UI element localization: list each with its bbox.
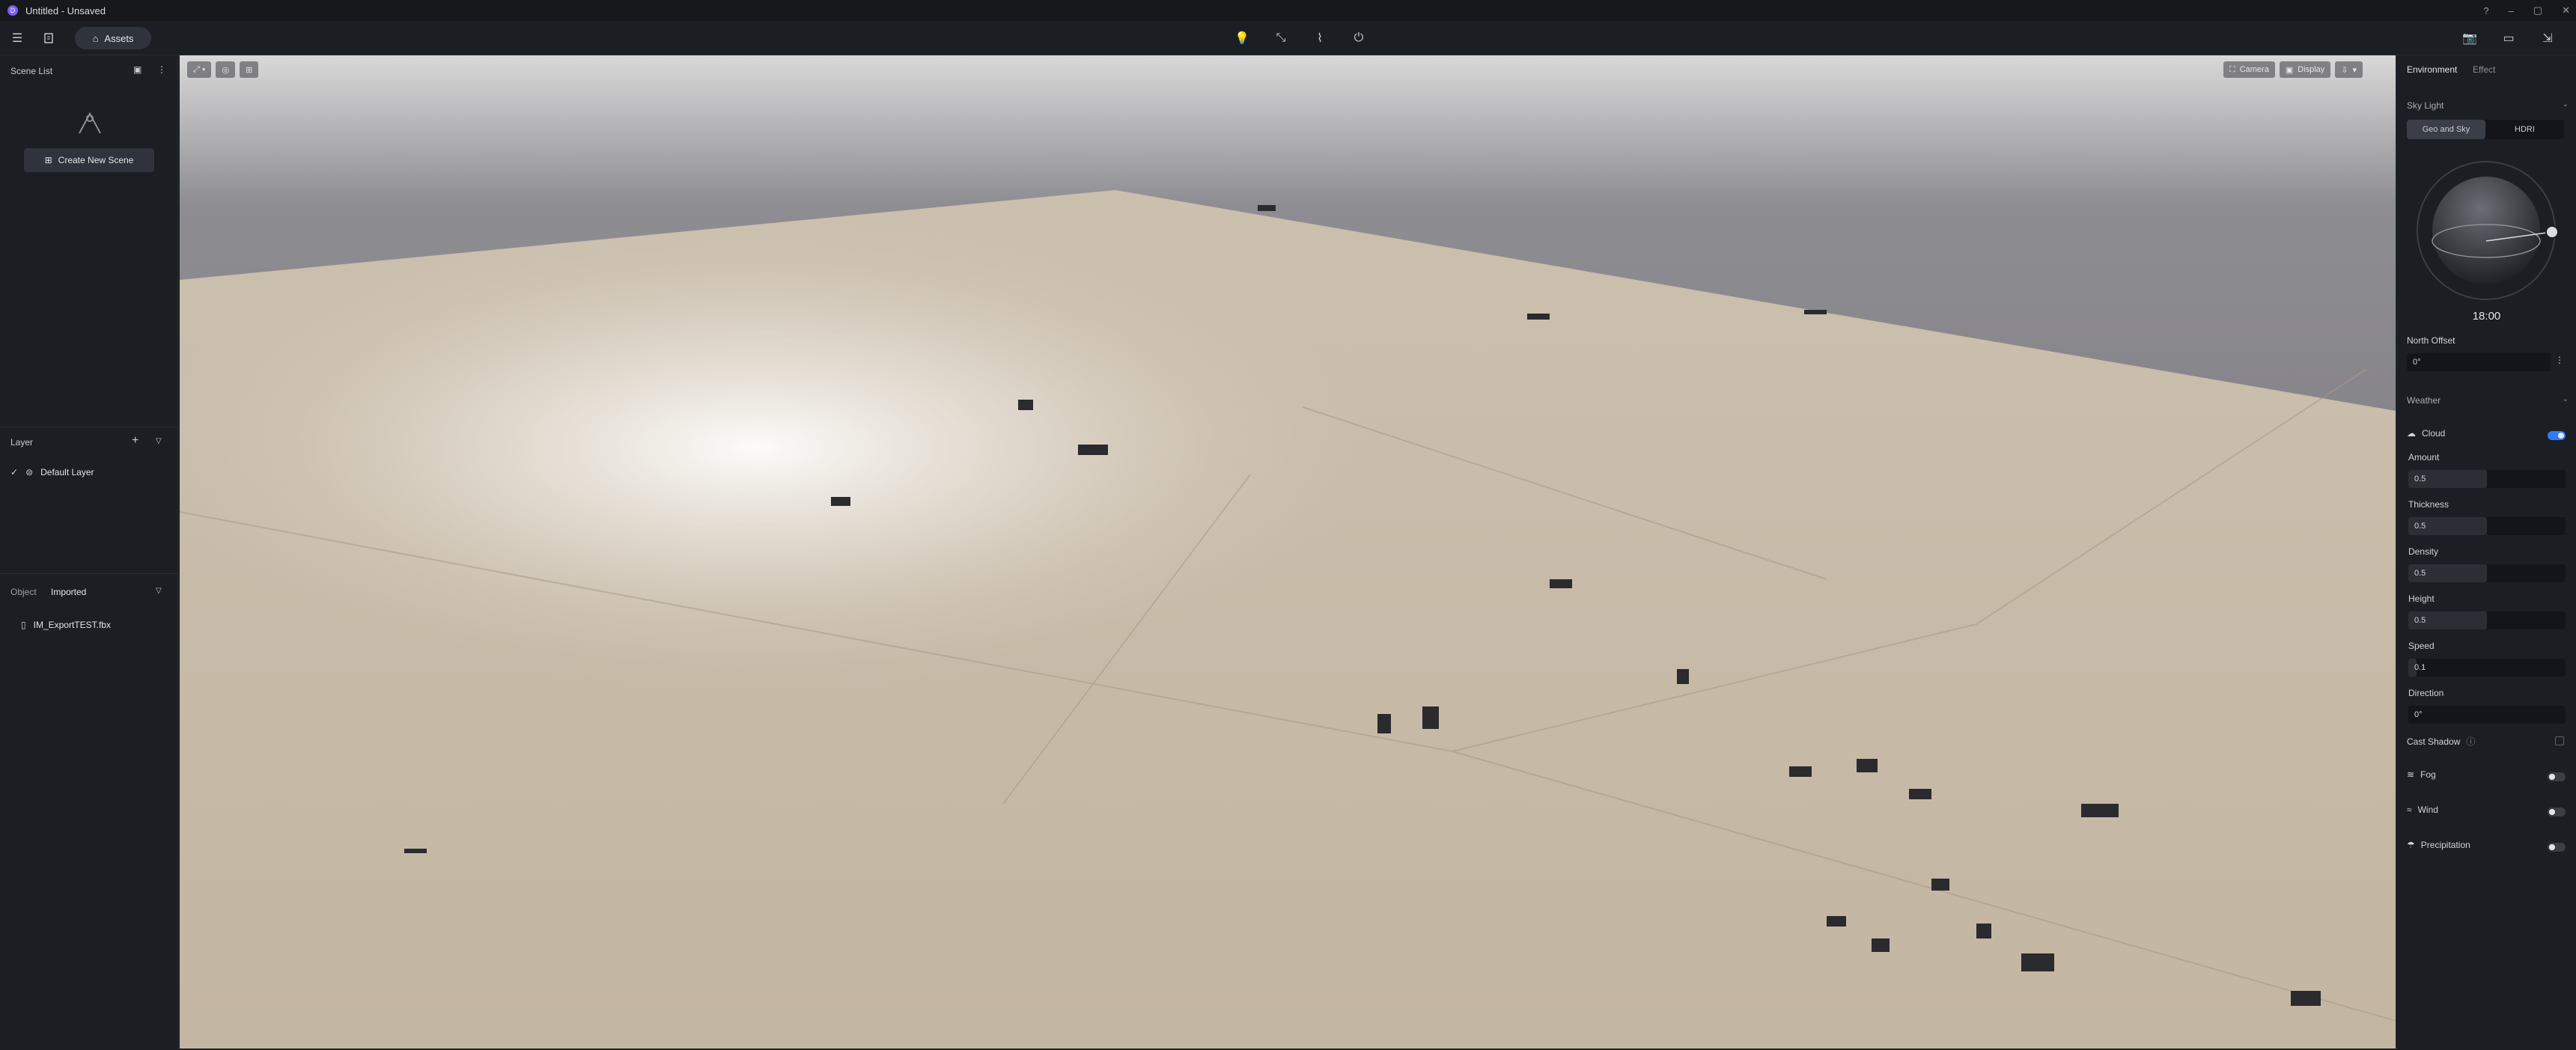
cloud-row: ☁ Cloud — [2407, 428, 2446, 439]
north-offset-label: North Offset — [2407, 335, 2455, 346]
transform-icon[interactable]: ⤢ ▾ — [187, 61, 212, 78]
info-icon[interactable]: ⓘ — [2466, 735, 2475, 748]
grid-icon[interactable]: ⊞ — [240, 61, 259, 78]
home-icon: ⌂ — [92, 32, 99, 44]
field-value: 0.1 — [2414, 663, 2426, 672]
field-value: 0.5 — [2414, 522, 2426, 531]
hdri-option[interactable]: HDRI — [2485, 120, 2564, 139]
fog-toggle[interactable] — [2548, 772, 2566, 781]
display-icon: ▣ — [2285, 65, 2294, 75]
field-input-amount[interactable]: 0.5 — [2408, 470, 2566, 488]
rain-icon: ☂ — [2407, 840, 2415, 850]
display-button[interactable]: ▣ Display — [2279, 61, 2331, 78]
create-new-scene-button[interactable]: ⊞ Create New Scene — [24, 148, 154, 172]
cast-shadow-row: Cast Shadow ⓘ — [2407, 735, 2476, 748]
file-icon: ▯ — [21, 620, 26, 630]
field-label-density: Density — [2408, 546, 2439, 557]
field-value: 0.5 — [2414, 616, 2426, 625]
help-icon[interactable]: ? — [2483, 5, 2488, 16]
render-icon: ⇩ — [2341, 65, 2348, 75]
geo-sky-option[interactable]: Geo and Sky — [2407, 120, 2485, 139]
field-input-height[interactable]: 0.5 — [2408, 611, 2566, 629]
field-input-speed[interactable]: 0.1 — [2408, 659, 2566, 677]
add-scene-icon: ⊞ — [44, 155, 52, 165]
more-icon[interactable]: ⋮ — [157, 64, 166, 75]
field-label-amount: Amount — [2408, 452, 2440, 463]
layer-title: Layer — [10, 437, 34, 448]
tab-imported[interactable]: Imported — [51, 587, 86, 597]
wind-toggle[interactable] — [2548, 808, 2566, 817]
north-offset-input[interactable]: 0° — [2407, 353, 2551, 371]
right-panel: Environment Effect Sky Light ⌄ Geo and S… — [2396, 55, 2576, 1050]
more-options-icon[interactable]: ⋮ — [2555, 355, 2564, 365]
power-icon[interactable]: ⏻ — [1349, 28, 1368, 48]
sun-position-dial[interactable] — [2413, 157, 2560, 304]
check-icon: ✓ — [10, 467, 19, 477]
field-value: 0.5 — [2414, 569, 2426, 578]
close-button[interactable]: ✕ — [2562, 4, 2570, 16]
title-bar: D Untitled - Unsaved ? – ▢ ✕ — [0, 0, 2576, 21]
scene-settings-icon[interactable]: ▣ — [133, 64, 141, 75]
object-filter-icon[interactable]: ▽ — [156, 587, 162, 595]
assets-button[interactable]: ⌂ Assets — [75, 27, 151, 49]
document-icon[interactable] — [39, 28, 58, 48]
sky-mode-toggle: Geo and Sky HDRI — [2407, 120, 2564, 139]
snap-icon[interactable]: ◎ — [216, 61, 236, 78]
field-label-speed: Speed — [2408, 641, 2435, 651]
tab-environment[interactable]: Environment — [2407, 64, 2457, 75]
cast-shadow-checkbox[interactable] — [2555, 736, 2564, 745]
precipitation-toggle[interactable] — [2548, 843, 2566, 852]
camera-button[interactable]: ⛶ Camera — [2223, 61, 2275, 78]
scene-list-title: Scene List — [10, 66, 53, 76]
video-icon[interactable]: ▭ — [2499, 28, 2518, 48]
add-layer-icon[interactable]: + — [132, 434, 138, 448]
menu-icon[interactable]: ☰ — [7, 28, 27, 48]
window-title: Untitled - Unsaved — [25, 4, 106, 16]
weather-heading: Weather — [2407, 395, 2441, 406]
field-input-thickness[interactable]: 0.5 — [2408, 517, 2566, 535]
wind-row: ≈ Wind — [2407, 805, 2438, 815]
filter-icon[interactable]: ▽ — [156, 437, 162, 445]
maximize-button[interactable]: ▢ — [2533, 4, 2542, 16]
empty-scene-icon — [79, 112, 101, 134]
field-value: 0° — [2414, 710, 2423, 719]
lightbulb-icon[interactable]: 💡 — [1232, 28, 1252, 48]
left-panel: Scene List ▣ ⋮ ⊞ Create New Scene Layer … — [0, 55, 178, 1050]
camera-small-icon: ⛶ — [2229, 64, 2235, 74]
camera-icon[interactable]: 📷 — [2460, 28, 2479, 48]
layer-icon: ⊜ — [25, 467, 34, 477]
viewport-left-tools: ⤢ ▾ ◎ ⊞ — [187, 61, 259, 78]
minimize-button[interactable]: – — [2509, 5, 2514, 16]
app-logo-icon: D — [7, 5, 18, 16]
tab-effect[interactable]: Effect — [2473, 64, 2495, 75]
field-input-density[interactable]: 0.5 — [2408, 564, 2566, 582]
layer-item[interactable]: ✓ ⊜ Default Layer — [10, 467, 94, 477]
sun-handle-icon[interactable] — [2545, 225, 2559, 239]
tab-object[interactable]: Object — [10, 587, 37, 597]
time-display: 18:00 — [2472, 310, 2501, 323]
leaf-icon[interactable]: ⌇ — [1310, 28, 1330, 48]
cloud-toggle[interactable] — [2548, 431, 2566, 440]
wind-icon: ≈ — [2407, 805, 2412, 815]
path-icon[interactable]: ⤡ — [1271, 28, 1291, 48]
scene-viewport[interactable] — [180, 55, 2396, 1049]
field-label-direction: Direction — [2408, 688, 2444, 698]
weather-chevron-icon[interactable]: ⌄ — [2563, 395, 2569, 403]
precipitation-row: ☂ Precipitation — [2407, 840, 2470, 850]
render-dropdown[interactable]: ⇩ ▾ — [2335, 61, 2363, 78]
fog-icon: ≋ — [2407, 769, 2415, 780]
cloud-icon: ☁ — [2407, 428, 2416, 439]
chevron-down-icon[interactable]: ⌄ — [2563, 100, 2569, 109]
sky-light-heading: Sky Light — [2407, 100, 2444, 111]
export-icon[interactable]: ⇲ — [2538, 28, 2557, 48]
file-item[interactable]: ▯ IM_ExportTEST.fbx — [21, 620, 111, 630]
field-value: 0.5 — [2414, 474, 2426, 483]
terrain-render — [180, 55, 2396, 1049]
field-label-height: Height — [2408, 593, 2435, 604]
fog-row: ≋ Fog — [2407, 769, 2436, 780]
field-label-thickness: Thickness — [2408, 499, 2449, 510]
field-input-direction[interactable]: 0° — [2408, 706, 2566, 724]
